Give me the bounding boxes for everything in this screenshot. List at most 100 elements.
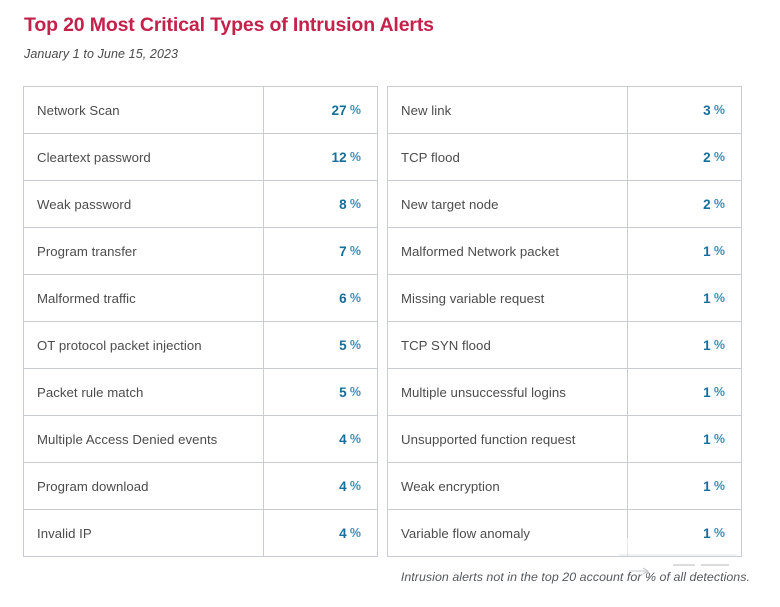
alert-percent-value: 3 <box>703 102 711 118</box>
alert-type-label: Malformed traffic <box>37 290 136 306</box>
alerts-table-right: New link 3% TCP flood 2% New target node 2% Ma… <box>387 86 742 557</box>
percent-sign: % <box>349 197 361 211</box>
alert-type-label: Multiple Access Denied events <box>37 431 218 447</box>
percent-sign: % <box>713 385 725 399</box>
intrusion-alerts-report: Top 20 Most Critical Types of Intrusion … <box>0 0 780 607</box>
percent-sign: % <box>713 244 725 258</box>
alert-percent-value: 5 <box>339 384 347 400</box>
alert-percent-cell: 1% <box>627 275 741 321</box>
alert-type-label: Missing variable request <box>401 290 545 306</box>
table-row[interactable]: Packet rule match 5% <box>24 369 377 416</box>
table-row[interactable]: Invalid IP 4% <box>24 510 377 557</box>
alert-percent-cell: 4% <box>263 463 377 509</box>
alert-percent-cell: 6% <box>263 275 377 321</box>
alert-percent-cell: 1% <box>627 510 741 556</box>
percent-sign: % <box>713 103 725 117</box>
table-row[interactable]: New link 3% <box>388 87 741 134</box>
table-row[interactable]: Program transfer 7% <box>24 228 377 275</box>
alert-percent-value: 2 <box>703 196 711 212</box>
alert-percent-value: 1 <box>703 337 711 353</box>
alert-percent-cell: 1% <box>627 228 741 274</box>
table-row[interactable]: Multiple unsuccessful logins 1% <box>388 369 741 416</box>
table-row[interactable]: Program download 4% <box>24 463 377 510</box>
alert-percent-value: 4 <box>339 525 347 541</box>
alert-percent-value: 7 <box>339 243 347 259</box>
table-row[interactable]: Weak password 8% <box>24 181 377 228</box>
alert-percent-cell: 12% <box>263 134 377 180</box>
footnote: Intrusion alerts not in the top 20 accou… <box>400 570 750 584</box>
table-row[interactable]: Malformed Network packet 1% <box>388 228 741 275</box>
alert-percent-value: 4 <box>339 478 347 494</box>
alert-type-label: Program transfer <box>37 243 137 259</box>
alert-type-label: Invalid IP <box>37 525 92 541</box>
alert-type-label: Malformed Network packet <box>401 243 560 259</box>
percent-sign: % <box>349 338 361 352</box>
percent-sign: % <box>349 103 361 117</box>
alerts-table-group: Network Scan 27% Cleartext password 12% Weak… <box>23 86 742 557</box>
date-range-subtitle: January 1 to June 15, 2023 <box>24 47 179 61</box>
alert-percent-value: 1 <box>703 431 711 447</box>
table-row[interactable]: Weak encryption 1% <box>388 463 741 510</box>
table-row[interactable]: TCP SYN flood 1% <box>388 322 741 369</box>
percent-sign: % <box>349 244 361 258</box>
percent-sign: % <box>349 385 361 399</box>
alert-percent-cell: 2% <box>627 134 741 180</box>
alert-percent-cell: 8% <box>263 181 377 227</box>
alert-type-label: Weak password <box>37 196 132 212</box>
alert-percent-cell: 1% <box>627 369 741 415</box>
table-row[interactable]: New target node 2% <box>388 181 741 228</box>
percent-sign: % <box>349 432 361 446</box>
alert-type-label: Network Scan <box>37 102 120 118</box>
percent-sign: % <box>349 526 361 540</box>
table-row[interactable]: OT protocol packet injection 5% <box>24 322 377 369</box>
table-row[interactable]: Unsupported function request 1% <box>388 416 741 463</box>
alert-percent-cell: 27% <box>263 87 377 133</box>
alert-type-label: TCP SYN flood <box>401 337 491 353</box>
alert-type-label: Variable flow anomaly <box>401 525 531 541</box>
alert-percent-value: 1 <box>703 525 711 541</box>
table-row[interactable]: Multiple Access Denied events 4% <box>24 416 377 463</box>
alert-percent-cell: 4% <box>263 416 377 462</box>
alert-type-label: OT protocol packet injection <box>37 337 202 353</box>
alert-percent-value: 4 <box>339 431 347 447</box>
alert-percent-cell: 5% <box>263 322 377 368</box>
alert-percent-value: 1 <box>703 384 711 400</box>
alert-percent-cell: 5% <box>263 369 377 415</box>
alert-percent-cell: 1% <box>627 322 741 368</box>
alert-percent-cell: 3% <box>627 87 741 133</box>
page-title: Top 20 Most Critical Types of Intrusion … <box>24 14 434 36</box>
table-row[interactable]: Missing variable request 1% <box>388 275 741 322</box>
percent-sign: % <box>349 291 361 305</box>
percent-sign: % <box>713 150 725 164</box>
alert-percent-value: 5 <box>339 337 347 353</box>
percent-sign: % <box>713 432 725 446</box>
alert-percent-value: 1 <box>703 478 711 494</box>
percent-sign: % <box>713 291 725 305</box>
alert-percent-value: 27 <box>331 102 347 118</box>
alert-percent-cell: 4% <box>263 510 377 556</box>
percent-sign: % <box>713 197 725 211</box>
alert-type-label: Weak encryption <box>401 478 500 494</box>
alert-percent-cell: 1% <box>627 463 741 509</box>
alert-percent-value: 12 <box>331 149 347 165</box>
table-row[interactable]: Cleartext password 12% <box>24 134 377 181</box>
percent-sign: % <box>713 479 725 493</box>
alert-type-label: Unsupported function request <box>401 431 576 447</box>
alert-type-label: New link <box>401 102 452 118</box>
alerts-table-left: Network Scan 27% Cleartext password 12% Weak… <box>23 86 378 557</box>
table-row[interactable]: Malformed traffic 6% <box>24 275 377 322</box>
table-row[interactable]: TCP flood 2% <box>388 134 741 181</box>
alert-percent-value: 1 <box>703 290 711 306</box>
alert-percent-cell: 7% <box>263 228 377 274</box>
alert-percent-cell: 1% <box>627 416 741 462</box>
alert-type-label: Multiple unsuccessful logins <box>401 384 566 400</box>
percent-sign: % <box>349 150 361 164</box>
alert-percent-value: 2 <box>703 149 711 165</box>
percent-sign: % <box>349 479 361 493</box>
alert-type-label: TCP flood <box>401 149 460 165</box>
alert-percent-cell: 2% <box>627 181 741 227</box>
table-row[interactable]: Network Scan 27% <box>24 87 377 134</box>
alert-percent-value: 6 <box>339 290 347 306</box>
table-row[interactable]: Variable flow anomaly 1% <box>388 510 741 557</box>
report-header: Top 20 Most Critical Types of Intrusion … <box>24 12 754 63</box>
